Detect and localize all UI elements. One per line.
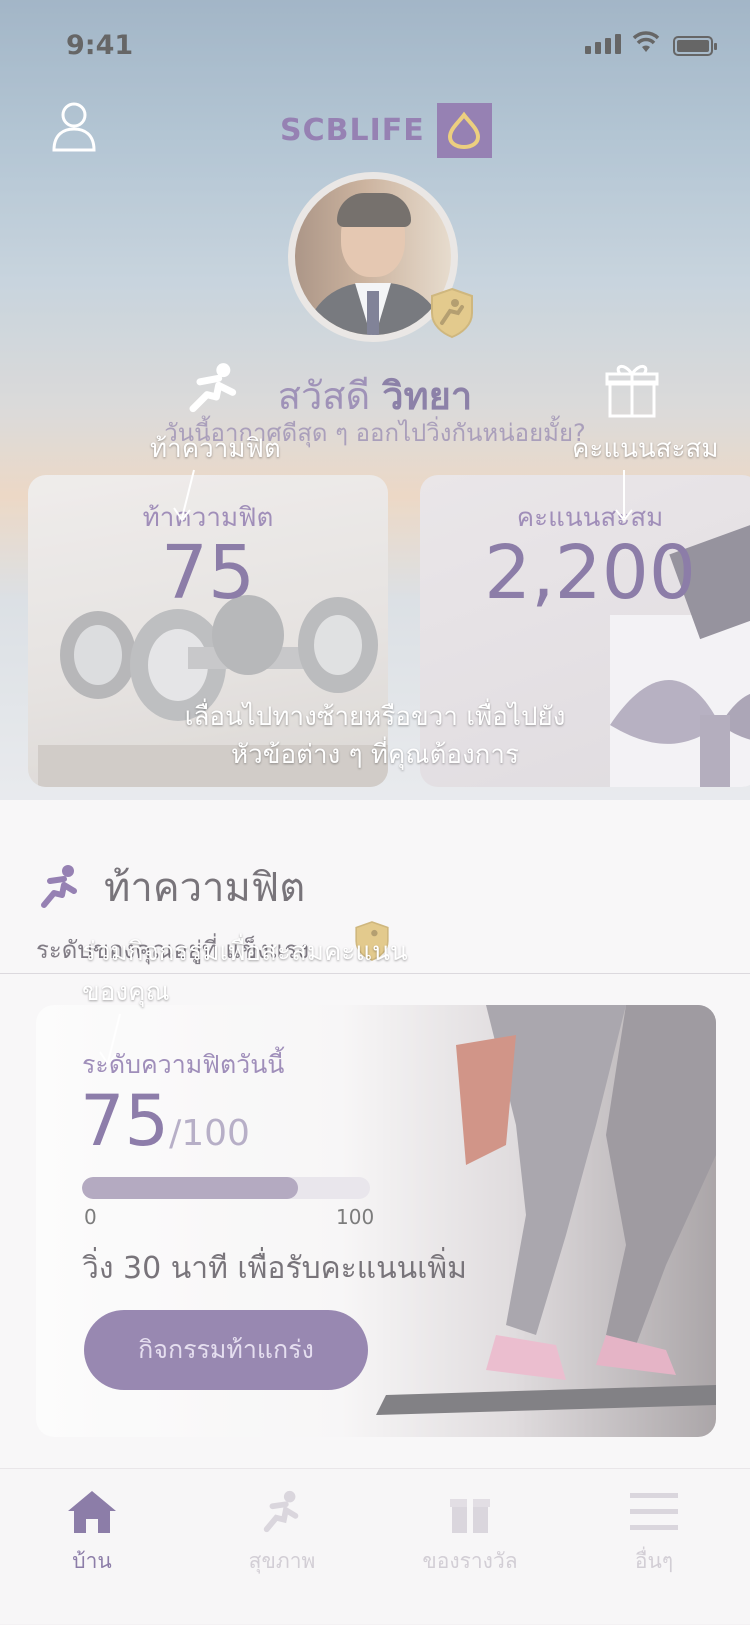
daily-fitness-card: ระดับความฟิตวันนี้ 75/100 0 100 วิ่ง 30 …	[36, 1005, 716, 1437]
fitness-progress-fill	[82, 1177, 298, 1199]
tab-health-label: สุขภาพ	[248, 1549, 316, 1573]
section-title: ท้าความฟิต	[104, 865, 306, 911]
progress-max-label: 100	[336, 1205, 375, 1229]
tab-health[interactable]: สุขภาพ	[212, 1489, 352, 1578]
points-card-value: 2,200	[484, 530, 696, 616]
tab-home[interactable]: บ้าน	[22, 1489, 162, 1578]
coach-runner-icon	[189, 363, 237, 413]
coach-swipe-line2: หัวข้อต่าง ๆ ที่คุณต้องการ	[231, 740, 519, 770]
profile-icon[interactable]	[50, 100, 98, 152]
greeting-name: วิทยา	[382, 374, 473, 418]
status-bar: 9:41	[0, 0, 750, 90]
tab-home-label: บ้าน	[72, 1549, 112, 1573]
fitness-score: 75/100	[80, 1080, 250, 1162]
section-header: ท้าความฟิต	[36, 855, 305, 919]
coach-join-line2: ของคุณ	[82, 977, 170, 1007]
fitness-progress-bar	[82, 1177, 370, 1199]
menu-icon	[630, 1493, 678, 1530]
fitness-note: วิ่ง 30 นาที เพื่อรับคะแนนเพิ่ม	[82, 1251, 467, 1286]
bottom-tab-bar: บ้าน สุขภาพ ของรางวัล อื่นๆ	[0, 1468, 750, 1625]
coach-arrow-join	[99, 1013, 121, 1066]
fitness-score-value: 75	[80, 1080, 170, 1162]
coach-swipe-line1: เลื่อนไปทางซ้ายหรือขวา เพื่อไปยัง	[184, 702, 566, 732]
cellular-signal-icon	[585, 34, 621, 54]
running-legs-image	[376, 1005, 716, 1415]
challenge-button[interactable]: กิจกรรมท้าแกร่ง	[84, 1310, 368, 1390]
scblife-logo: SCBLIFE	[280, 103, 492, 158]
coach-swipe-text: เลื่อนไปทางซ้ายหรือขวา เพื่อไปยัง หัวข้อ…	[0, 698, 750, 774]
runner-icon	[41, 865, 77, 908]
coach-fit-label: ท้าความฟิต	[150, 434, 281, 464]
status-time: 9:41	[66, 30, 134, 61]
tab-more[interactable]: อื่นๆ	[584, 1489, 724, 1578]
wifi-icon	[632, 31, 660, 52]
tab-rewards-label: ของรางวัล	[422, 1549, 518, 1573]
level-badge-icon	[431, 287, 473, 339]
tab-rewards[interactable]: ของรางวัล	[400, 1489, 540, 1578]
progress-min-label: 0	[84, 1205, 97, 1229]
battery-icon	[673, 36, 717, 56]
gift-tab-icon	[450, 1499, 490, 1533]
tab-more-label: อื่นๆ	[634, 1549, 674, 1573]
home-icon	[68, 1491, 116, 1533]
logo-text: SCBLIFE	[280, 113, 425, 148]
fitness-score-max: /100	[169, 1113, 250, 1154]
coach-arrow-fit	[173, 469, 195, 522]
coach-join-line1: ร่วมกิจกรรมเพื่อสะสมคะแนน	[82, 937, 408, 967]
fitness-card-value: 75	[160, 530, 256, 616]
coach-join-text: ร่วมกิจกรรมเพื่อสะสมคะแนน ของคุณ	[82, 932, 408, 1012]
runner-tab-icon	[263, 1490, 299, 1533]
coach-points-label: คะแนนสะสม	[572, 434, 719, 464]
logo-mark-icon	[436, 103, 492, 158]
coach-gift-icon	[605, 365, 659, 418]
coach-arrow-points	[615, 470, 633, 522]
greeting-prefix: สวัสดี	[277, 374, 371, 418]
